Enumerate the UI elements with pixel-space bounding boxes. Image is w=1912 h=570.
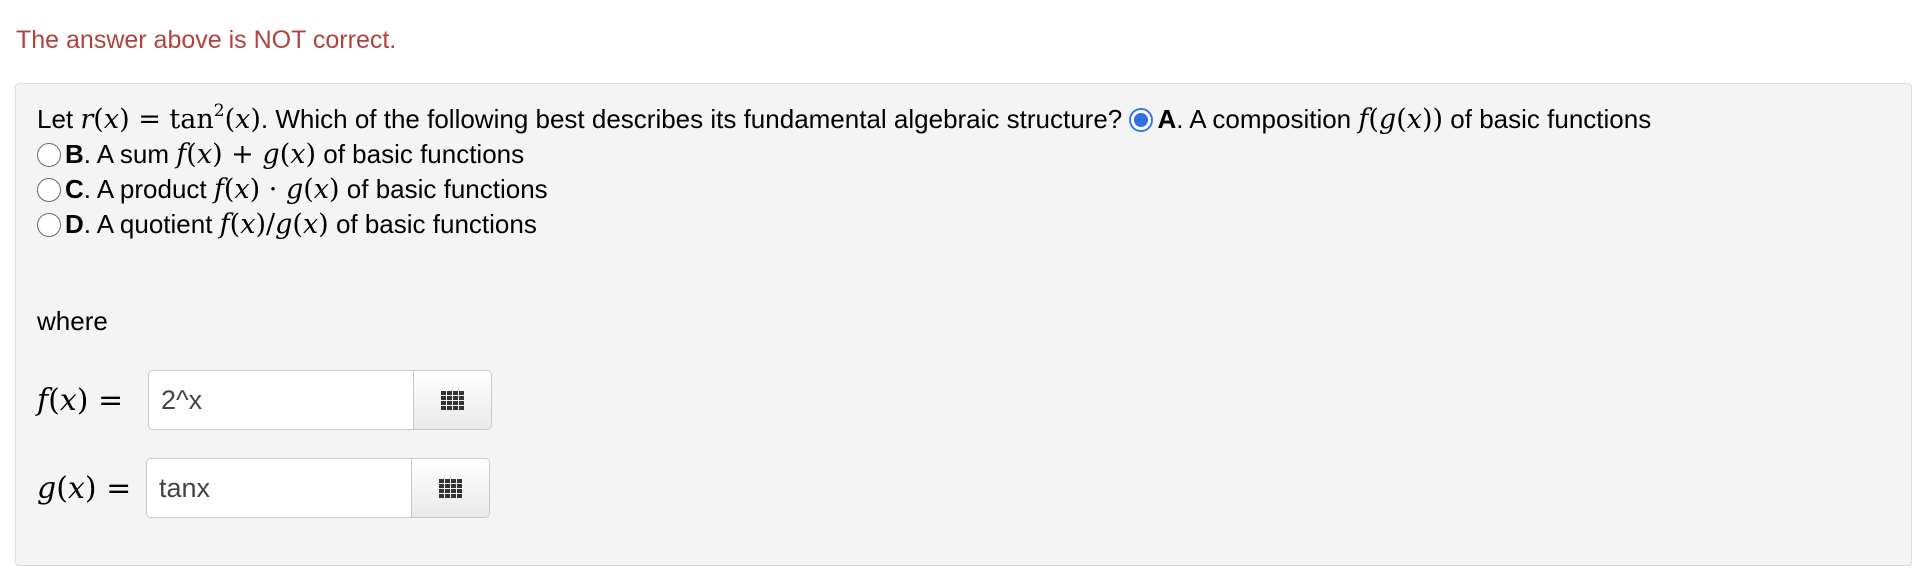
radio-option-a[interactable] <box>1129 108 1154 132</box>
feedback-message: The answer above is NOT correct. <box>16 26 397 54</box>
option-b-math: f(x) + g(x) <box>176 139 317 170</box>
option-d[interactable]: D. A quotient f(x)/g(x) of basic functio… <box>37 206 537 243</box>
g-palette-button[interactable] <box>411 459 489 517</box>
grid-icon <box>441 390 464 410</box>
f-label: f(x) = <box>37 383 124 418</box>
f-answer-group <box>148 370 492 430</box>
option-d-letter: D <box>65 209 84 239</box>
question-line: Let r(x) = tan2(x). Which of the followi… <box>37 101 1651 138</box>
option-c-math: f(x) · g(x) <box>213 174 340 205</box>
option-c-letter: C <box>65 174 84 204</box>
radio-option-b[interactable] <box>37 143 61 167</box>
radio-option-c[interactable] <box>37 178 61 202</box>
question-suffix: . Which of the following best describes … <box>260 104 1130 134</box>
question-panel: Let r(x) = tan2(x). Which of the followi… <box>15 83 1912 566</box>
g-answer-input[interactable] <box>147 459 411 517</box>
option-a-math: f(g(x)) <box>1358 104 1444 135</box>
grid-icon <box>439 478 462 498</box>
question-math: r(x) = tan2(x) <box>80 101 261 136</box>
option-c[interactable]: C. A product f(x) · g(x) of basic functi… <box>37 171 548 208</box>
f-answer-input[interactable] <box>149 371 413 429</box>
option-b-letter: B <box>65 139 84 169</box>
option-b[interactable]: B. A sum f(x) + g(x) of basic functions <box>37 136 524 173</box>
question-prefix: Let <box>37 104 81 134</box>
f-palette-button[interactable] <box>413 371 491 429</box>
option-a[interactable]: A. A composition f(g(x)) of basic functi… <box>1129 104 1651 135</box>
option-d-math: f(x)/g(x) <box>219 209 329 240</box>
g-label: g(x) = <box>37 471 132 506</box>
option-a-letter: A <box>1157 104 1177 134</box>
radio-option-d[interactable] <box>37 213 61 237</box>
g-answer-group <box>146 458 490 518</box>
where-label: where <box>37 306 108 336</box>
